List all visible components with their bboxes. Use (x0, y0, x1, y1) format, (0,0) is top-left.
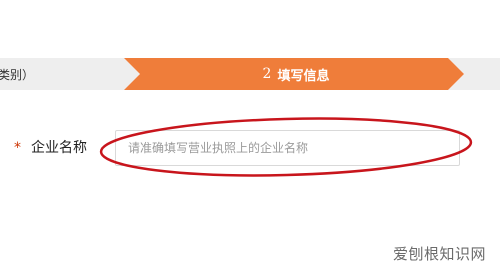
watermark: 爱刨根知识网 (392, 245, 486, 263)
step-current-label: 填写信息 (277, 68, 330, 84)
company-name-input[interactable] (115, 130, 460, 166)
required-marker: * (14, 140, 21, 156)
step-current: 2 填写信息 (234, 63, 358, 85)
step-previous-label: 类别） (0, 68, 35, 82)
company-name-label: 企业名称 (31, 140, 87, 156)
step-current-number: 2 (262, 66, 272, 82)
